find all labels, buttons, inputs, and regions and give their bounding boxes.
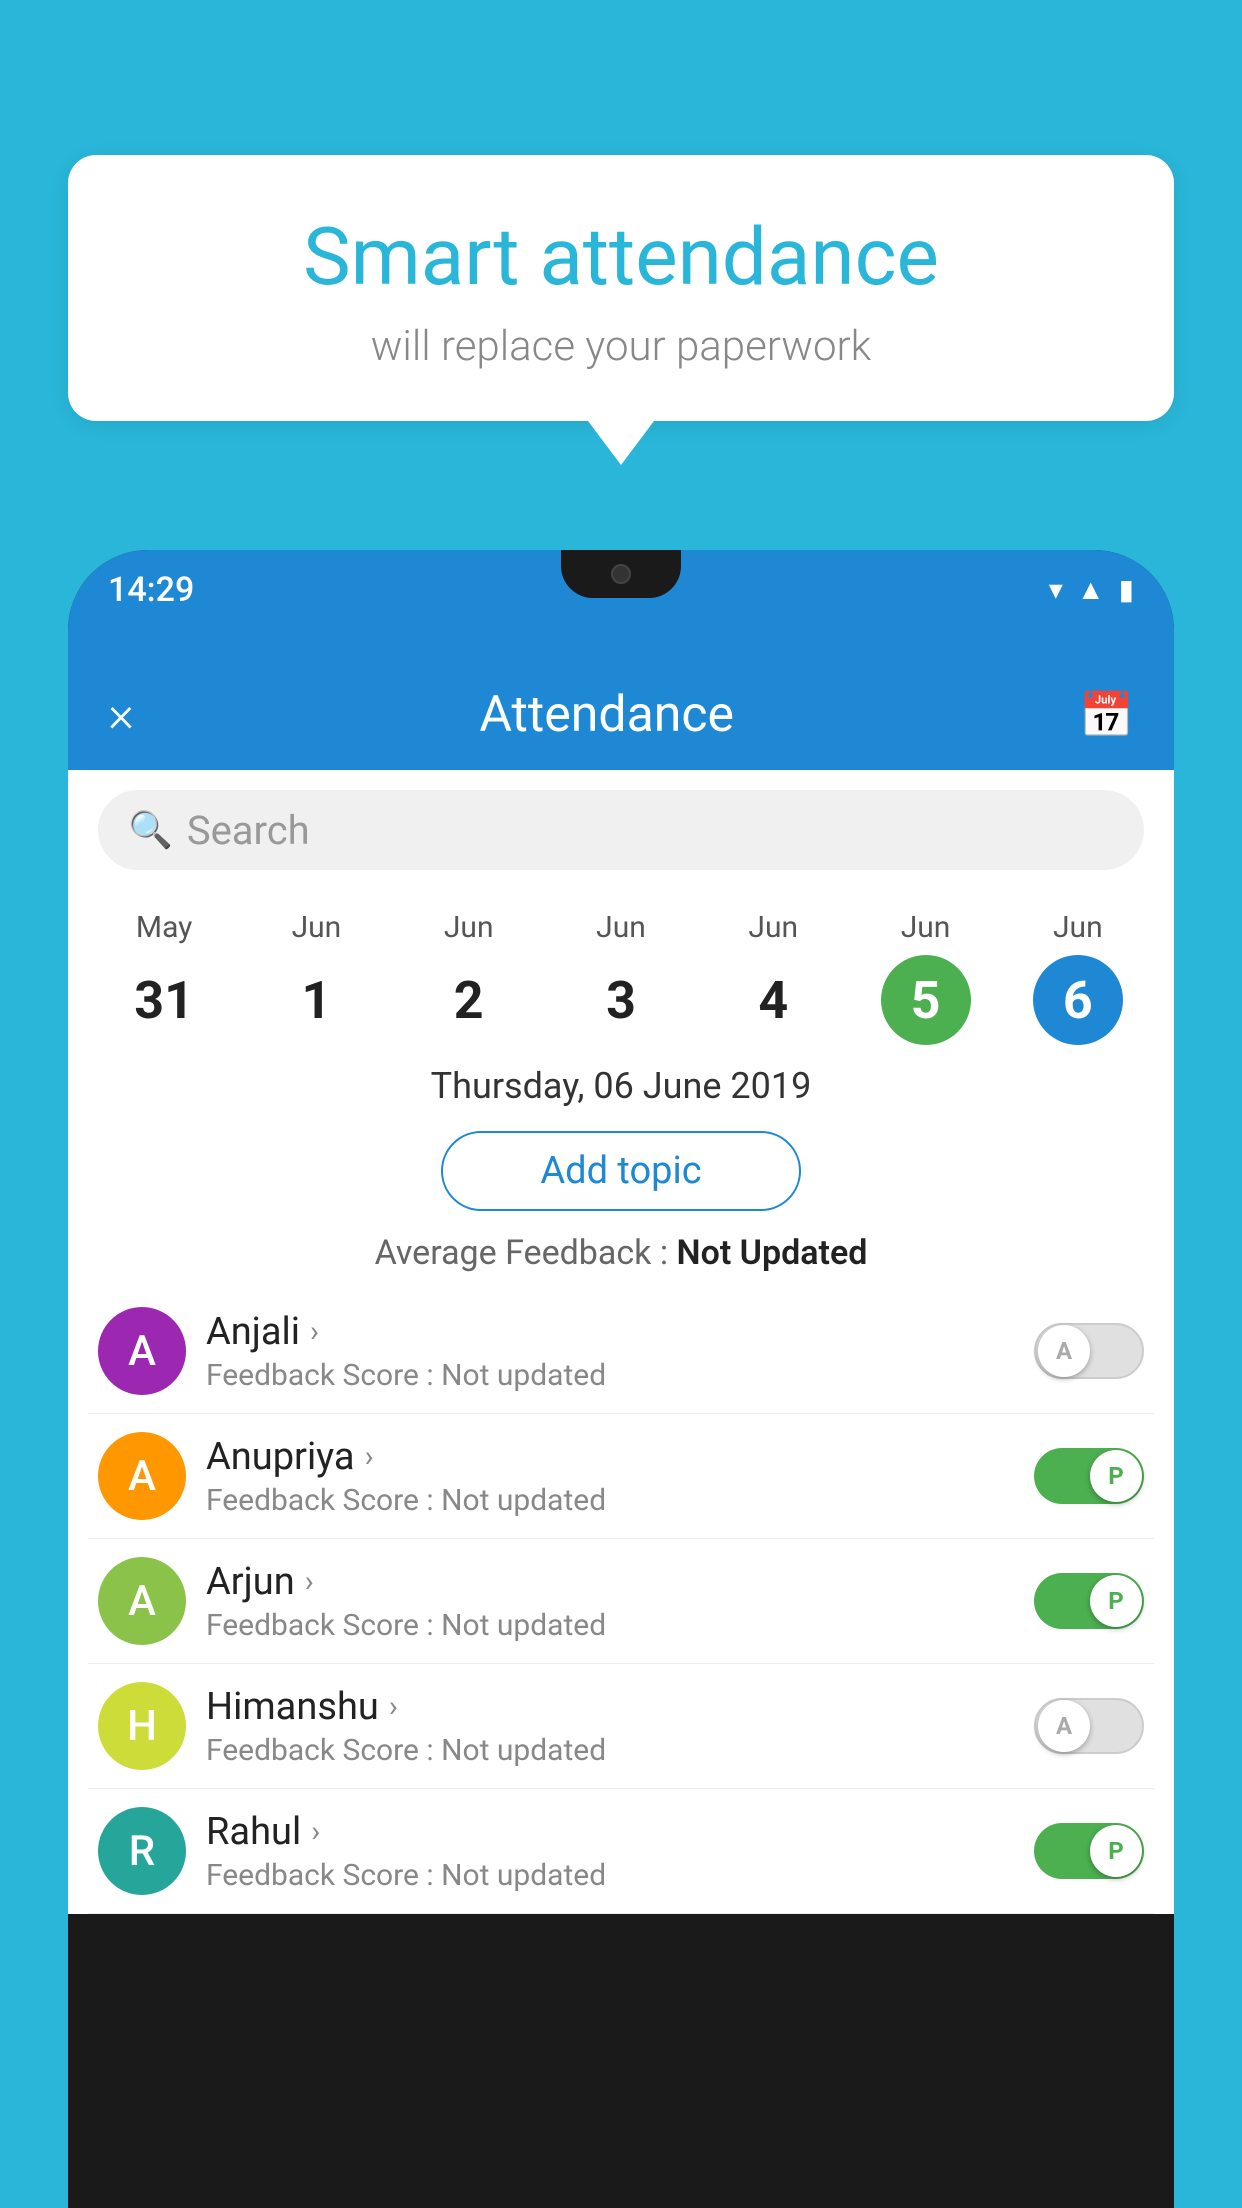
student-name: Arjun ›	[206, 1560, 1014, 1604]
chevron-icon: ›	[365, 1439, 374, 1474]
avg-feedback-value: Not Updated	[677, 1233, 868, 1273]
status-bar: 14:29 ▾ ▲ ▮	[68, 562, 1174, 617]
student-row[interactable]: A Anjali › Feedback Score : Not updated A	[88, 1289, 1154, 1414]
app-header: × Attendance 📅	[68, 660, 1174, 770]
header-title: Attendance	[479, 686, 734, 744]
time-display: 14:29	[108, 570, 194, 610]
battery-icon: ▮	[1119, 573, 1134, 606]
add-topic-button[interactable]: Add topic	[441, 1131, 801, 1211]
status-icons: ▾ ▲ ▮	[1049, 573, 1134, 606]
student-row[interactable]: H Himanshu › Feedback Score : Not updated A	[88, 1664, 1154, 1789]
avg-feedback: Average Feedback : Not Updated	[68, 1221, 1174, 1289]
search-placeholder: Search	[187, 807, 310, 854]
student-name: Rahul ›	[206, 1810, 1014, 1854]
cal-month-label: Jun	[292, 910, 342, 945]
calendar-day[interactable]: Jun 3	[566, 910, 676, 1045]
attendance-toggle[interactable]: P	[1034, 1573, 1144, 1629]
student-name: Himanshu ›	[206, 1685, 1014, 1729]
bubble-subtitle: will replace your paperwork	[128, 322, 1114, 371]
cal-day-number: 6	[1033, 955, 1123, 1045]
toggle-knob: P	[1090, 1450, 1142, 1502]
student-name: Anupriya ›	[206, 1435, 1014, 1479]
feedback-score: Feedback Score : Not updated	[206, 1358, 1014, 1393]
bubble-title: Smart attendance	[128, 210, 1114, 304]
cal-month-label: Jun	[901, 910, 951, 945]
avatar: A	[98, 1557, 186, 1645]
toggle-knob: A	[1038, 1700, 1090, 1752]
feedback-score: Feedback Score : Not updated	[206, 1733, 1014, 1768]
student-info: Anupriya › Feedback Score : Not updated	[206, 1435, 1014, 1518]
toggle-knob: P	[1090, 1575, 1142, 1627]
speech-bubble-container: Smart attendance will replace your paper…	[68, 155, 1174, 421]
toggle-knob: P	[1090, 1825, 1142, 1877]
cal-day-number: 5	[881, 955, 971, 1045]
toggle-container[interactable]: P	[1034, 1448, 1144, 1504]
student-row[interactable]: A Anupriya › Feedback Score : Not updated P	[88, 1414, 1154, 1539]
attendance-toggle[interactable]: A	[1034, 1698, 1144, 1754]
cal-month-label: May	[136, 910, 192, 945]
toggle-container[interactable]: P	[1034, 1573, 1144, 1629]
avatar: A	[98, 1432, 186, 1520]
notch	[561, 550, 681, 598]
calendar-day[interactable]: Jun 5	[871, 910, 981, 1045]
student-name: Anjali ›	[206, 1310, 1014, 1354]
calendar-day[interactable]: Jun 1	[261, 910, 371, 1045]
toggle-container[interactable]: P	[1034, 1823, 1144, 1879]
feedback-score: Feedback Score : Not updated	[206, 1858, 1014, 1893]
student-info: Rahul › Feedback Score : Not updated	[206, 1810, 1014, 1893]
chevron-icon: ›	[389, 1689, 398, 1724]
signal-icon: ▲	[1077, 573, 1105, 606]
avatar: H	[98, 1682, 186, 1770]
attendance-toggle[interactable]: A	[1034, 1323, 1144, 1379]
selected-date-label: Thursday, 06 June 2019	[68, 1045, 1174, 1121]
cal-day-number: 3	[576, 955, 666, 1045]
toggle-knob: A	[1038, 1325, 1090, 1377]
calendar-day[interactable]: Jun 4	[718, 910, 828, 1045]
cal-month-label: Jun	[1053, 910, 1103, 945]
avatar: R	[98, 1807, 186, 1895]
cal-month-label: Jun	[748, 910, 798, 945]
phone-screen: 🔍 Search May 31 Jun 1 Jun 2 Jun 3 Jun 4 Jun 5 Jun 6 T…	[68, 770, 1174, 1914]
phone-frame: 14:29 ▾ ▲ ▮ × Attendance 📅 🔍 Search May 3…	[68, 550, 1174, 2208]
chevron-icon: ›	[305, 1564, 314, 1599]
avatar: A	[98, 1307, 186, 1395]
cal-month-label: Jun	[444, 910, 494, 945]
toggle-container[interactable]: A	[1034, 1323, 1144, 1379]
search-bar[interactable]: 🔍 Search	[98, 790, 1144, 870]
calendar-day[interactable]: Jun 6	[1023, 910, 1133, 1045]
attendance-toggle[interactable]: P	[1034, 1823, 1144, 1879]
cal-day-number: 2	[424, 955, 514, 1045]
attendance-toggle[interactable]: P	[1034, 1448, 1144, 1504]
cal-day-number: 1	[271, 955, 361, 1045]
speech-bubble: Smart attendance will replace your paper…	[68, 155, 1174, 421]
calendar-day[interactable]: May 31	[109, 910, 219, 1045]
calendar-strip: May 31 Jun 1 Jun 2 Jun 3 Jun 4 Jun 5 Jun 6	[68, 890, 1174, 1045]
phone-top-bar: 14:29 ▾ ▲ ▮	[68, 550, 1174, 660]
toggle-container[interactable]: A	[1034, 1698, 1144, 1754]
student-info: Himanshu › Feedback Score : Not updated	[206, 1685, 1014, 1768]
feedback-score: Feedback Score : Not updated	[206, 1483, 1014, 1518]
student-row[interactable]: A Arjun › Feedback Score : Not updated P	[88, 1539, 1154, 1664]
student-list: AAnjali ›Feedback Score : Not updatedAAA…	[68, 1289, 1174, 1914]
chevron-icon: ›	[311, 1814, 320, 1849]
avg-feedback-label: Average Feedback :	[375, 1233, 669, 1273]
wifi-icon: ▾	[1049, 573, 1063, 606]
camera-dot	[611, 564, 631, 584]
student-row[interactable]: R Rahul › Feedback Score : Not updated P	[88, 1789, 1154, 1914]
cal-day-number: 31	[119, 955, 209, 1045]
feedback-score: Feedback Score : Not updated	[206, 1608, 1014, 1643]
close-button[interactable]: ×	[108, 686, 134, 744]
cal-day-number: 4	[728, 955, 818, 1045]
chevron-icon: ›	[310, 1314, 319, 1349]
student-info: Arjun › Feedback Score : Not updated	[206, 1560, 1014, 1643]
search-icon: 🔍	[128, 809, 173, 851]
calendar-button[interactable]: 📅	[1079, 689, 1134, 741]
student-info: Anjali › Feedback Score : Not updated	[206, 1310, 1014, 1393]
cal-month-label: Jun	[596, 910, 646, 945]
calendar-day[interactable]: Jun 2	[414, 910, 524, 1045]
